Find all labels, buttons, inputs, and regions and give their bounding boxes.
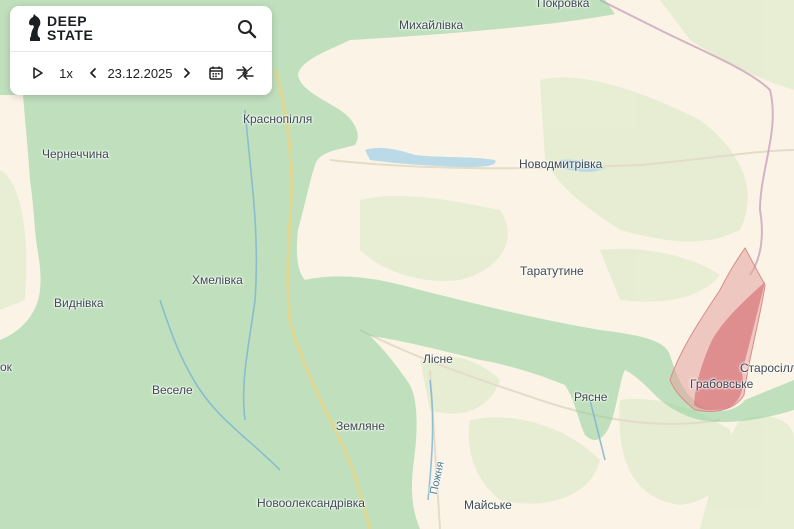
chevron-right-icon (184, 68, 190, 78)
search-icon (238, 20, 257, 39)
panel-divider (10, 51, 272, 52)
place-lisne: Лісне (423, 352, 453, 366)
place-novooleksandrivka: Новоолександрівка (257, 496, 365, 510)
chess-knight-icon (29, 14, 41, 41)
place-novodmytrivka: Новодмитрівка (519, 157, 603, 171)
place-hrabovske: Грабовське (690, 377, 754, 391)
brand-name: DEEP STATE (47, 14, 93, 42)
calendar-button[interactable] (204, 61, 228, 85)
brand-logo[interactable]: DEEP STATE (27, 14, 93, 42)
compare-arrows-icon (236, 66, 254, 80)
speed-button[interactable]: 1x (54, 61, 78, 85)
place-krasnopillia: Краснопілля (243, 112, 313, 126)
next-date-button[interactable] (176, 61, 198, 85)
brand-line1: DEEP (47, 13, 88, 29)
place-vesele: Веселе (152, 383, 193, 397)
place-pokrovka: Покровка (537, 0, 590, 10)
prev-date-button[interactable] (82, 61, 104, 85)
place-mykhailivka: Михайлівка (399, 18, 464, 32)
place-taratutyne: Таратутине (520, 264, 584, 278)
brand-line2: STATE (47, 27, 94, 43)
place-khmelivka: Хмелівка (192, 273, 243, 287)
date-display[interactable]: 23.12.2025 (106, 61, 174, 85)
place-ok: ок (0, 360, 12, 374)
play-icon (33, 67, 43, 79)
place-starosillia: Старосілля (740, 361, 794, 375)
calendar-icon (209, 66, 223, 80)
place-zemliane: Земляне (336, 419, 385, 433)
place-chernechchyna: Чернеччина (42, 147, 109, 161)
place-riasne: Рясне (574, 390, 608, 404)
place-maiske: Майське (464, 498, 512, 512)
chevron-left-icon (90, 68, 96, 78)
play-button[interactable] (26, 61, 50, 85)
search-button[interactable] (236, 18, 258, 40)
compare-button[interactable] (232, 61, 258, 85)
control-panel: DEEP STATE 1x 23.12.2025 (10, 6, 272, 95)
place-vydnivka: Виднівка (54, 296, 104, 310)
